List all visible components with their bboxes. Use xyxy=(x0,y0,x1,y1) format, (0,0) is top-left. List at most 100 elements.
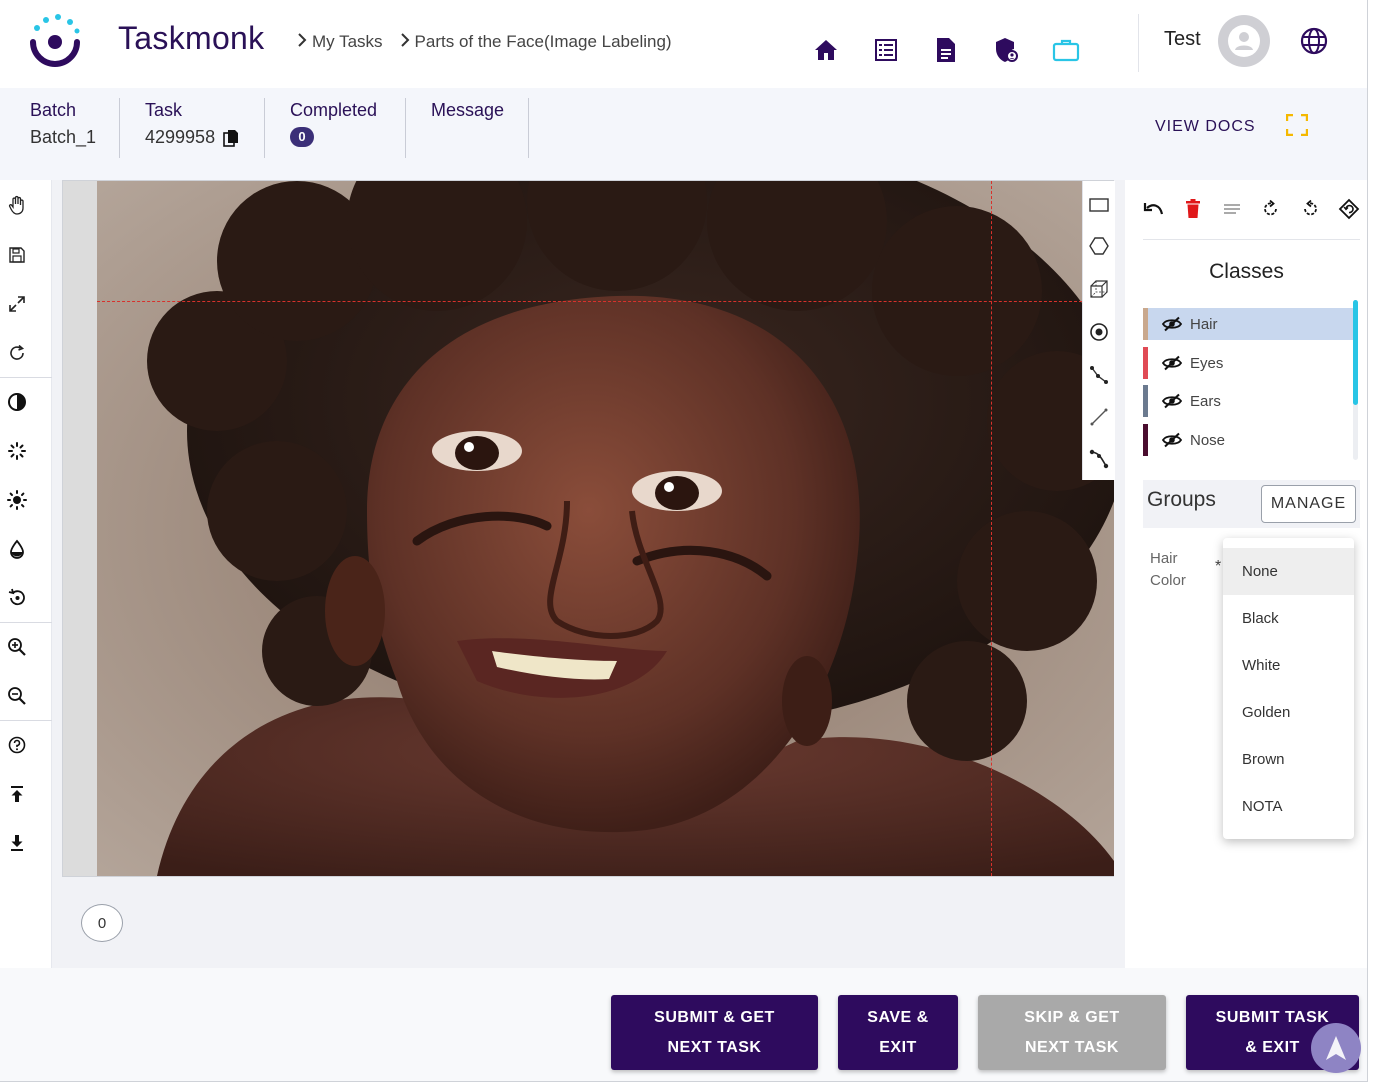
dropdown-option-white[interactable]: White xyxy=(1223,642,1354,689)
class-color-swatch xyxy=(1143,347,1148,379)
download-icon[interactable] xyxy=(6,832,28,854)
brightness-icon[interactable] xyxy=(6,489,28,511)
left-toolbar xyxy=(0,180,52,968)
undo-icon[interactable] xyxy=(1143,198,1165,220)
document-icon[interactable] xyxy=(928,34,964,66)
class-item-nose[interactable]: Nose xyxy=(1143,424,1353,456)
delete-icon[interactable] xyxy=(1182,198,1204,220)
refresh-icon[interactable] xyxy=(6,342,28,364)
align-text-icon[interactable] xyxy=(1221,198,1243,220)
class-name: Hair xyxy=(1190,315,1218,333)
toolbar-divider xyxy=(0,622,52,623)
line-tool-icon[interactable] xyxy=(1088,406,1110,428)
groups-title: Groups xyxy=(1147,488,1216,511)
right-panel: Classes Hair Eyes Ears Nose Groups MANAG… xyxy=(1125,180,1367,968)
manage-groups-button[interactable]: MANAGE xyxy=(1261,485,1356,523)
pan-hand-icon[interactable] xyxy=(6,194,28,216)
zoom-in-icon[interactable] xyxy=(6,636,28,658)
chevron-right-icon xyxy=(292,32,312,52)
user-avatar-icon xyxy=(1228,25,1260,57)
contrast-icon[interactable] xyxy=(6,391,28,413)
globe-icon[interactable] xyxy=(1298,25,1330,57)
task-id-value: 4299958 xyxy=(145,127,216,147)
point-tool-icon[interactable] xyxy=(1088,321,1110,343)
save-and-exit-button[interactable]: SAVE & EXIT xyxy=(838,995,958,1070)
annotation-count: 0 xyxy=(81,904,123,942)
image-canvas[interactable] xyxy=(62,180,1115,877)
reset-adjustments-icon[interactable] xyxy=(6,587,28,609)
skip-and-next-label: SKIP & GET NEXT TASK xyxy=(1024,1008,1120,1056)
chevron-right-icon xyxy=(395,32,415,52)
eye-hidden-icon[interactable] xyxy=(1162,431,1184,449)
crosshair-vertical-guide xyxy=(991,181,992,876)
task-list-icon[interactable] xyxy=(868,34,904,66)
eye-hidden-icon[interactable] xyxy=(1162,392,1184,410)
saturation-icon[interactable] xyxy=(6,440,28,462)
class-color-swatch xyxy=(1143,308,1148,340)
view-docs-link[interactable]: VIEW DOCS xyxy=(1155,118,1256,136)
message-info: Message xyxy=(431,100,504,121)
save-icon[interactable] xyxy=(6,244,28,266)
class-item-ears[interactable]: Ears xyxy=(1143,385,1353,417)
rotate-clockwise-icon[interactable] xyxy=(1260,198,1282,220)
dropdown-option-brown[interactable]: Brown xyxy=(1223,736,1354,783)
dropdown-option-none[interactable]: None xyxy=(1223,548,1354,595)
task-label: Task xyxy=(145,100,183,120)
user-name: Test xyxy=(1164,28,1201,50)
breadcrumb-my-tasks[interactable]: My Tasks xyxy=(312,32,383,52)
hair-color-dropdown: None Black White Golden Brown NOTA xyxy=(1223,538,1354,839)
opacity-drop-icon[interactable] xyxy=(6,538,28,560)
class-name: Nose xyxy=(1190,431,1226,449)
submit-and-next-button[interactable]: SUBMIT & GET NEXT TASK xyxy=(611,995,818,1070)
polyline-tool-icon[interactable] xyxy=(1088,364,1110,386)
expand-icon[interactable] xyxy=(6,293,28,315)
dropdown-option-golden[interactable]: Golden xyxy=(1223,689,1354,736)
info-divider xyxy=(528,98,529,158)
rotate-counterclockwise-icon[interactable] xyxy=(1299,198,1321,220)
dropdown-option-black[interactable]: Black xyxy=(1223,595,1354,642)
panel-divider xyxy=(1143,239,1360,240)
upload-icon[interactable] xyxy=(6,783,28,805)
copy-icon[interactable] xyxy=(223,129,239,147)
class-name: Eyes xyxy=(1190,354,1224,372)
admin-shield-icon[interactable] xyxy=(988,34,1024,66)
fullscreen-icon[interactable] xyxy=(1286,114,1308,136)
submit-and-next-label: SUBMIT & GET NEXT TASK xyxy=(654,1008,775,1056)
eye-hidden-icon[interactable] xyxy=(1162,354,1184,372)
taskmonk-logo-icon[interactable] xyxy=(28,14,82,68)
toolbar-divider xyxy=(0,377,52,378)
skip-and-next-button[interactable]: SKIP & GET NEXT TASK xyxy=(978,995,1166,1070)
navigation-fab[interactable] xyxy=(1311,1023,1361,1073)
completed-label: Completed xyxy=(290,100,378,120)
hair-color-attribute-label: Hair Color xyxy=(1150,550,1186,589)
curve-tool-icon[interactable] xyxy=(1088,448,1110,470)
groups-section: Groups MANAGE xyxy=(1143,480,1360,528)
class-list: Hair Eyes Ears Nose xyxy=(1143,308,1353,460)
header-divider xyxy=(1138,14,1139,72)
top-header: Taskmonk My Tasks Parts of the Face(Imag… xyxy=(0,0,1367,88)
breadcrumb-current-project: Parts of the Face(Image Labeling) xyxy=(414,32,672,51)
help-icon[interactable] xyxy=(6,734,28,756)
avatar[interactable] xyxy=(1218,15,1270,67)
zoom-out-icon[interactable] xyxy=(6,685,28,707)
cuboid-tool-icon[interactable] xyxy=(1088,278,1110,300)
rectangle-tool-icon[interactable] xyxy=(1088,194,1110,216)
dropdown-option-nota[interactable]: NOTA xyxy=(1223,783,1354,830)
batch-label: Batch xyxy=(30,100,77,120)
briefcase-icon[interactable] xyxy=(1048,34,1084,66)
classes-title: Classes xyxy=(1209,260,1284,283)
save-and-exit-label: SAVE & EXIT xyxy=(867,1008,929,1056)
shape-toolbar xyxy=(1082,181,1115,480)
reset-rotation-icon[interactable] xyxy=(1338,198,1360,220)
class-color-swatch xyxy=(1143,385,1148,417)
class-item-eyes[interactable]: Eyes xyxy=(1143,347,1353,379)
task-image[interactable] xyxy=(97,181,1114,876)
home-icon[interactable] xyxy=(808,34,844,66)
eye-hidden-icon[interactable] xyxy=(1162,315,1184,333)
task-info-bar: Batch Batch_1 Task 4299958 Completed 0 M… xyxy=(0,88,1367,180)
class-item-hair[interactable]: Hair xyxy=(1143,308,1353,340)
task-info: Task 4299958 xyxy=(145,100,239,148)
polygon-tool-icon[interactable] xyxy=(1088,235,1110,257)
batch-value: Batch_1 xyxy=(30,127,97,147)
class-list-scrollbar-thumb[interactable] xyxy=(1353,300,1358,405)
